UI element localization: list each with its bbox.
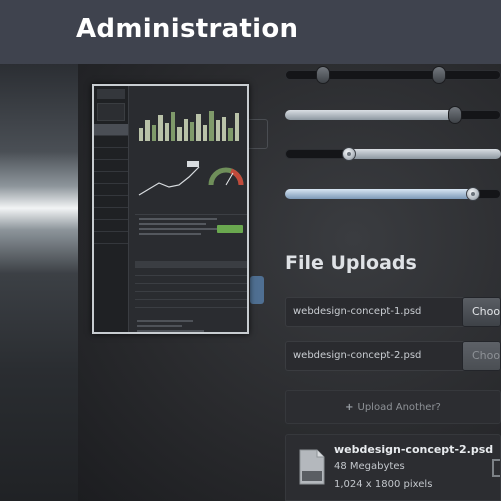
psd-file-icon	[299, 449, 325, 485]
page-header: Administration	[0, 0, 501, 64]
thumbnail-bar-chart	[139, 109, 239, 141]
upload-another-button[interactable]: + Upload Another?	[285, 390, 501, 424]
file-name: webdesign-concept-2.psd	[334, 443, 494, 456]
thumbnail-gauge	[208, 167, 244, 186]
plus-icon: +	[345, 402, 354, 413]
range-slider-handle-min[interactable]	[316, 66, 330, 84]
file-input-2-value: webdesign-concept-2.psd	[293, 350, 422, 361]
slider-knob[interactable]	[466, 187, 480, 201]
thumbnail-editor	[135, 214, 247, 248]
thumbnail-line-chart	[138, 161, 200, 196]
dashboard-thumbnail	[92, 84, 249, 334]
uploads-heading: File Uploads	[285, 252, 417, 274]
background-panel	[246, 119, 268, 149]
file-size: 48 Megabytes	[334, 461, 405, 472]
slider-fill	[346, 149, 501, 159]
slider-fill	[285, 189, 475, 199]
background-blur-strip	[0, 64, 78, 501]
page-title: Administration	[76, 14, 299, 44]
thumbnail-content	[131, 89, 247, 332]
uploaded-file-card: webdesign-concept-2.psd 48 Megabytes 1,0…	[285, 434, 501, 501]
range-slider-handle-max[interactable]	[432, 66, 446, 84]
thumbnail-sidebar	[94, 86, 129, 332]
background-panel	[250, 276, 264, 304]
file-dimensions: 1,024 x 1800 pixels	[334, 479, 433, 490]
choose-file-button-1[interactable]: Choose	[462, 297, 501, 327]
screenshot-showcase: File Uploads webdesign-concept-1.psd Cho…	[78, 64, 501, 501]
upload-another-label: Upload Another?	[357, 402, 441, 413]
image-preview-icon	[492, 459, 500, 477]
thumbnail-table	[135, 261, 247, 313]
thumbnail-form	[135, 317, 247, 332]
choose-file-button-2[interactable]: Choose	[462, 341, 501, 371]
file-input-1-value: webdesign-concept-1.psd	[293, 306, 422, 317]
slider-handle[interactable]	[448, 106, 462, 124]
slider-knob[interactable]	[342, 147, 356, 161]
slider-fill	[285, 110, 457, 120]
